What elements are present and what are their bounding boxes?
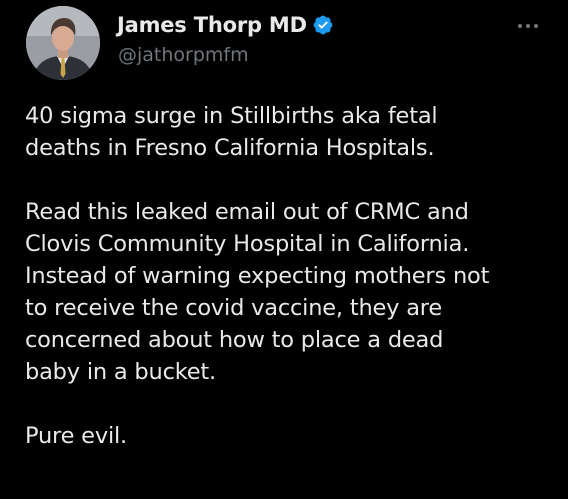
tweet-line: Instead of warning expecting mothers not xyxy=(25,263,490,289)
profile-photo xyxy=(26,6,100,80)
author-name-row: James Thorp MD xyxy=(117,10,334,40)
tweet-card: James Thorp MD @jathorpmfm 40 sigma surg… xyxy=(0,0,568,499)
tweet-line: 40 sigma surge in Stillbirths aka fetal xyxy=(25,103,438,129)
tweet-line: concerned about how to place a dead xyxy=(25,327,444,353)
tweet-line: Pure evil. xyxy=(25,423,127,449)
tweet-line: deaths in Fresno California Hospitals. xyxy=(25,135,435,161)
avatar[interactable] xyxy=(26,6,100,80)
tweet-paragraph: 40 sigma surge in Stillbirths aka fetal … xyxy=(25,100,545,164)
more-horizontal-icon xyxy=(518,24,538,28)
tweet-paragraph: Pure evil. xyxy=(25,420,545,452)
tweet-paragraph: Read this leaked email out of CRMC and C… xyxy=(25,196,545,388)
tweet-line: baby in a bucket. xyxy=(25,359,216,385)
tweet-line: Clovis Community Hospital in California. xyxy=(25,231,470,257)
tweet-line: Read this leaked email out of CRMC and xyxy=(25,199,469,225)
verified-badge-icon xyxy=(312,14,334,36)
more-options-button[interactable] xyxy=(512,14,544,38)
author-handle[interactable]: @jathorpmfm xyxy=(118,44,249,66)
author-display-name[interactable]: James Thorp MD xyxy=(117,13,307,37)
tweet-line: to receive the covid vaccine, they are xyxy=(25,295,443,321)
tweet-text: 40 sigma surge in Stillbirths aka fetal … xyxy=(25,100,545,452)
